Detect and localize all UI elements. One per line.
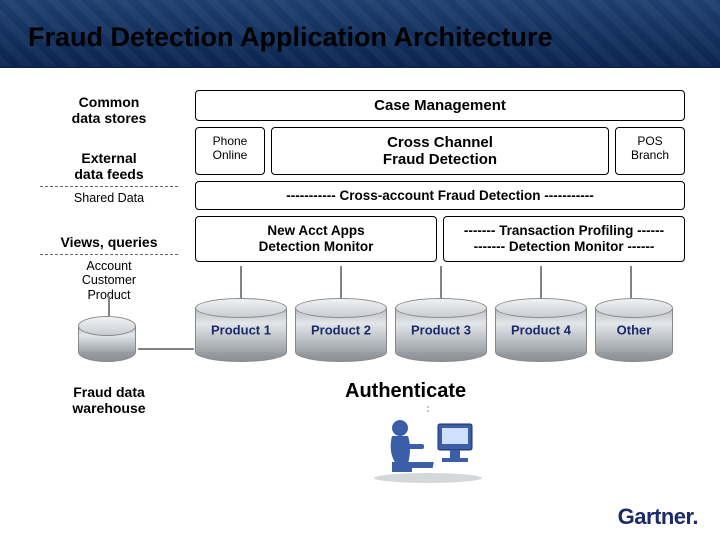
product-cylinders-row: Product 1 Product 2 Product 3 Product 4 …: [195, 298, 685, 362]
cylinder-product-4: Product 4: [495, 298, 587, 362]
main-boxes: Case Management Phone Online Cross Chann…: [195, 90, 685, 262]
diagram-stage: Common data stores External data feeds S…: [0, 68, 720, 540]
label-shared-data: Shared Data: [40, 191, 178, 205]
cylinder-product-1: Product 1: [195, 298, 287, 362]
label-external-data-feeds: External data feeds: [40, 150, 178, 182]
box-case-management: Case Management: [195, 90, 685, 121]
box-cross-account-fraud-detection: ----------- Cross-account Fraud Detectio…: [195, 181, 685, 210]
box-cross-channel-fraud-detection: Cross Channel Fraud Detection: [271, 127, 609, 175]
person-at-computer-icon: [368, 404, 488, 484]
box-transaction-profiling: ------- Transaction Profiling ------ ---…: [443, 216, 685, 262]
left-column: Common data stores External data feeds S…: [40, 94, 178, 302]
label-common-data-stores: Common data stores: [40, 94, 178, 126]
box-new-acct-apps: New Acct Apps Detection Monitor: [195, 216, 437, 262]
box-pos-branch: POS Branch: [615, 127, 685, 175]
label-fraud-data-warehouse: Fraud data warehouse: [40, 384, 178, 416]
cylinder-product-3: Product 3: [395, 298, 487, 362]
divider: [40, 186, 178, 187]
cylinder-product-2: Product 2: [295, 298, 387, 362]
label-authenticate: Authenticate: [345, 380, 466, 403]
box-phone-online: Phone Online: [195, 127, 265, 175]
label-views-queries: Views, queries: [40, 234, 178, 250]
page-title: Fraud Detection Application Architecture: [28, 22, 553, 53]
cylinder-small: [78, 316, 136, 362]
divider: [40, 254, 178, 255]
gartner-logo: Gartner.: [618, 504, 698, 530]
cylinder-other: Other: [595, 298, 673, 362]
